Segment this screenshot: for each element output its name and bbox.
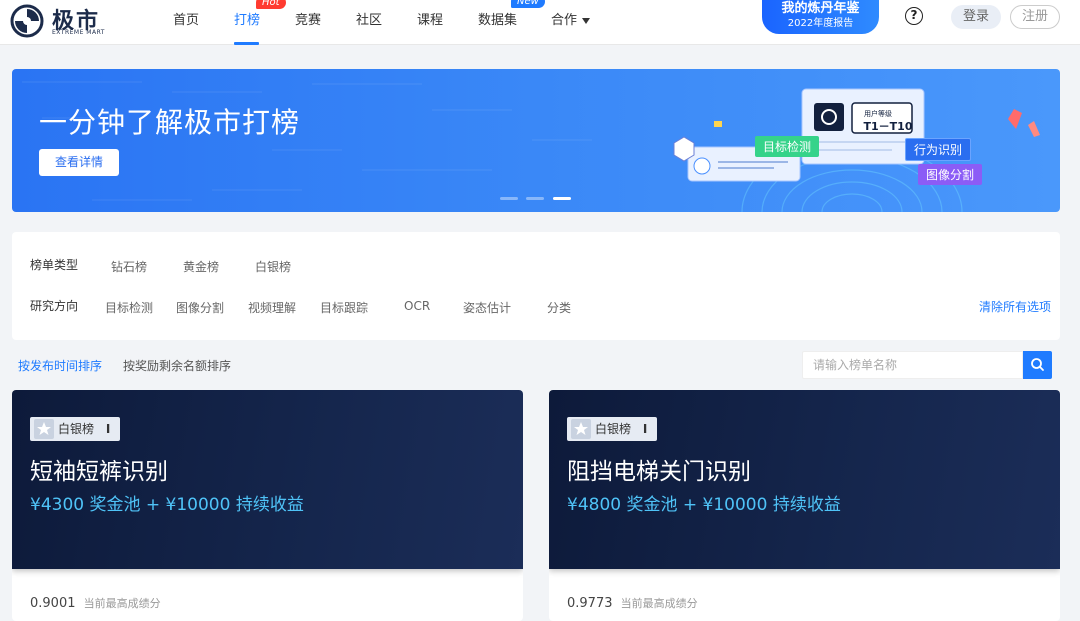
star-icon [34, 419, 54, 439]
filter-classification[interactable]: 分类 [547, 299, 571, 316]
hot-badge: Hot [256, 0, 286, 9]
nav-leaderboard[interactable]: 打榜 [234, 9, 260, 28]
card-tier-badge: 白银榜 Ⅰ [30, 417, 121, 441]
research-direction-label: 研究方向 [30, 299, 79, 313]
card-score-label: 当前最高成绩分 [83, 597, 161, 610]
star-icon [571, 419, 591, 439]
filter-ocr[interactable]: OCR [404, 299, 430, 313]
filter-object-tracking[interactable]: 目标跟踪 [320, 299, 368, 316]
banner-title: 一分钟了解极市打榜 [39, 106, 301, 139]
filter-pose-estimation[interactable]: 姿态估计 [463, 299, 511, 316]
banner-illustration [673, 88, 1040, 212]
register-button[interactable]: 注册 [1010, 5, 1060, 29]
report-line2: 2022年度报告 [787, 18, 854, 29]
caret-down-icon [582, 17, 591, 24]
filter-object-detection[interactable]: 目标检测 [105, 299, 153, 316]
tag-action-recognition: 行为识别 [905, 138, 972, 161]
promo-banner[interactable]: 一分钟了解极市打榜 查看详情 用户等级 T1－T10 目标检测 行为识别 图像分… [12, 69, 1060, 212]
leaderboard-card[interactable]: 白银榜 Ⅰ 短袖短裤识别 ¥4300 奖金池 + ¥10000 持续收益 0.9… [12, 390, 523, 621]
filter-silver[interactable]: 白银榜 [255, 258, 291, 275]
nav-home[interactable]: 首页 [173, 9, 199, 28]
search-input[interactable] [802, 351, 1023, 379]
nav-competition[interactable]: 竞赛 [295, 9, 321, 28]
card-title: 阻挡电梯关门识别 [567, 459, 751, 485]
card-score: 0.9001 当前最高成绩分 [30, 595, 161, 611]
login-button[interactable]: 登录 [951, 5, 1001, 29]
help-icon[interactable]: ? [905, 7, 923, 25]
card-score-value: 0.9001 [30, 596, 76, 611]
filter-panel: 榜单类型 钻石榜 黄金榜 白银榜 研究方向 目标检测 图像分割 视频理解 目标跟… [12, 232, 1060, 340]
filter-gold[interactable]: 黄金榜 [183, 258, 219, 275]
logo-icon [10, 4, 44, 38]
brand-sub: EXTREME MART [52, 29, 105, 36]
sort-by-remaining[interactable]: 按奖励剩余名额排序 [123, 357, 231, 374]
card-tier-label: 白银榜 [58, 422, 95, 436]
nav-active-indicator [234, 42, 259, 45]
nav-cooperation[interactable]: 合作 [551, 9, 591, 28]
carousel-dot-3[interactable] [553, 197, 571, 200]
card-tier-badge: 白银榜 Ⅰ [567, 417, 658, 441]
card-score-value: 0.9773 [567, 596, 613, 611]
carousel-dot-1[interactable] [500, 197, 518, 200]
card-prize: ¥4800 奖金池 + ¥10000 持续收益 [567, 495, 841, 515]
tag-object-detection: 目标检测 [755, 136, 820, 157]
search-icon [1031, 358, 1044, 371]
filter-image-segmentation[interactable]: 图像分割 [176, 299, 224, 316]
carousel-dot-2[interactable] [526, 197, 544, 200]
new-badge: New [511, 0, 545, 8]
nav-datasets[interactable]: 数据集 [478, 9, 517, 28]
filter-diamond[interactable]: 钻石榜 [111, 258, 147, 275]
filter-video-understanding[interactable]: 视频理解 [248, 299, 296, 316]
clear-filters-link[interactable]: 清除所有选项 [979, 298, 1051, 315]
report-line1: 我的炼丹年鉴 [781, 1, 860, 16]
list-type-label: 榜单类型 [30, 258, 79, 272]
annual-report-button[interactable]: 我的炼丹年鉴 2022年度报告 [762, 0, 879, 34]
card-title: 短袖短裤识别 [30, 459, 168, 485]
sort-by-time[interactable]: 按发布时间排序 [18, 357, 102, 374]
card-prize: ¥4300 奖金池 + ¥10000 持续收益 [30, 495, 304, 515]
user-level-value: T1－T10 [863, 120, 913, 133]
card-tier-label: 白银榜 [595, 422, 632, 436]
card-score: 0.9773 当前最高成绩分 [567, 595, 698, 611]
top-navbar: 极市 EXTREME MART 首页 打榜 Hot 竞赛 社区 课程 数据集 N… [0, 0, 1080, 45]
tag-image-segmentation: 图像分割 [918, 164, 983, 185]
tier-level-icon: Ⅰ [642, 422, 648, 436]
nav-cooperation-label: 合作 [551, 13, 578, 28]
card-score-label: 当前最高成绩分 [620, 597, 698, 610]
leaderboard-card[interactable]: 白银榜 Ⅰ 阻挡电梯关门识别 ¥4800 奖金池 + ¥10000 持续收益 0… [549, 390, 1060, 621]
tier-level-icon: Ⅰ [105, 422, 111, 436]
nav-courses[interactable]: 课程 [417, 9, 443, 28]
nav-community[interactable]: 社区 [356, 9, 382, 28]
banner-details-button[interactable]: 查看详情 [39, 149, 119, 176]
card-header: 白银榜 Ⅰ 短袖短裤识别 ¥4300 奖金池 + ¥10000 持续收益 [12, 390, 523, 569]
logo[interactable]: 极市 EXTREME MART [10, 2, 105, 42]
search-button[interactable] [1023, 351, 1052, 379]
card-header: 白银榜 Ⅰ 阻挡电梯关门识别 ¥4800 奖金池 + ¥10000 持续收益 [549, 390, 1060, 569]
